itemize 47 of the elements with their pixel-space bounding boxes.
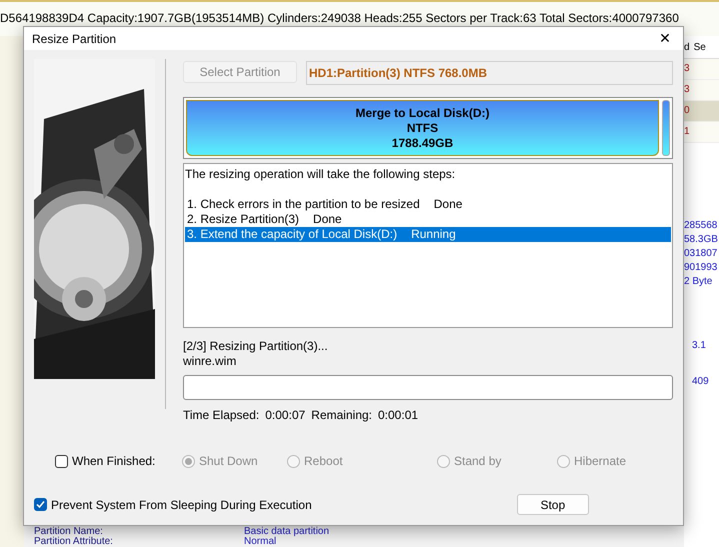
radio-label: Stand by (454, 454, 502, 468)
checkbox-label: Prevent System From Sleeping During Execution (51, 498, 312, 512)
step-label: 1. Check errors in the partition to be resized (186, 197, 420, 212)
radio-label: Hibernate (574, 454, 626, 468)
detail-value: Basic data partition (244, 527, 330, 537)
step-status: Done (313, 212, 342, 227)
checkbox-label: When Finished: (72, 454, 156, 468)
radio-label: Reboot (304, 454, 343, 468)
value-text: 901993 (684, 261, 718, 275)
status-text: [2/3] Resizing Partition(3)... (182, 339, 329, 354)
value-text: 285568 (684, 219, 718, 233)
time-value: 0:00:01 (378, 408, 418, 422)
partition-filesystem: NTFS (406, 120, 438, 136)
table-cell: 3 (684, 80, 719, 101)
table-cell: 3 (684, 59, 719, 80)
partition-field: HD1:Partition(3) NTFS 768.0MB (306, 61, 673, 85)
time-value: 0:00:07 (265, 408, 306, 422)
current-file: winre.wim (182, 354, 238, 369)
time-label: Time Elapsed: (182, 408, 260, 422)
table-cell: 1 (684, 122, 719, 143)
detail-value: Normal (244, 537, 278, 547)
stop-button[interactable]: Stop (516, 494, 589, 515)
prevent-sleep-checkbox[interactable] (34, 498, 47, 511)
step-label: 2. Resize Partition(3) (186, 212, 300, 227)
value-text: 409 (692, 375, 710, 389)
time-label: Remaining: (311, 408, 372, 422)
column-header: d (684, 42, 690, 52)
step-status: Running (411, 227, 456, 242)
value-text: 3.1 (692, 339, 707, 353)
detail-label: Partition Attribute: (34, 537, 114, 547)
detail-label: Partition Name: (34, 527, 103, 537)
step-status: Done (434, 197, 462, 212)
radio-label: Shut Down (199, 454, 258, 468)
value-text: 031807 (684, 247, 718, 261)
column-header: Se (694, 42, 706, 52)
table-cell: 0 (684, 101, 719, 122)
step-label: 3. Extend the capacity of Local Disk(D:) (186, 227, 398, 242)
partition-name: Merge to Local Disk(D:) (355, 106, 490, 120)
scrollbar[interactable] (662, 100, 670, 156)
partition-size: 1788.49GB (392, 136, 454, 150)
step-row[interactable]: 1. Check errors in the partition to be resized Done (184, 197, 671, 212)
value-text: 58.3GB (684, 233, 719, 247)
step-row[interactable]: 2. Resize Partition(3) Done (184, 212, 671, 227)
when-finished-checkbox[interactable] (55, 454, 68, 468)
value-text: 2 Byte (684, 275, 714, 289)
steps-heading: The resizing operation will take the following steps: (184, 167, 456, 182)
step-row[interactable]: 3. Extend the capacity of Local Disk(D:) Running (184, 227, 671, 242)
